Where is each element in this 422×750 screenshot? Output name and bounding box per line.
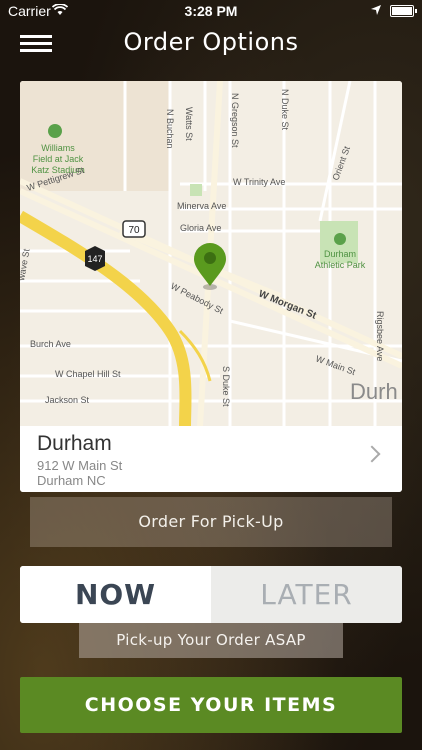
svg-text:Williams: Williams <box>41 143 75 153</box>
svg-text:70: 70 <box>128 225 140 236</box>
svg-text:Athletic Park: Athletic Park <box>315 260 366 270</box>
svg-text:S Duke St: S Duke St <box>221 366 231 407</box>
timing-note: Pick-up Your Order ASAP <box>79 623 343 658</box>
now-segment[interactable]: NOW <box>20 566 211 623</box>
page-title: Order Options <box>123 28 299 56</box>
svg-text:Durh: Durh <box>350 379 398 404</box>
status-time: 3:28 PM <box>184 3 238 19</box>
svg-text:W Chapel Hill St: W Chapel Hill St <box>55 369 121 379</box>
svg-text:Gloria Ave: Gloria Ave <box>180 223 221 233</box>
location-arrow-icon <box>370 3 382 19</box>
svg-text:Burch Ave: Burch Ave <box>30 339 71 349</box>
status-bar: Carrier 3:28 PM <box>0 0 422 22</box>
svg-text:N Duke St: N Duke St <box>280 89 290 131</box>
svg-text:Field at Jack: Field at Jack <box>33 154 84 164</box>
later-segment[interactable]: LATER <box>211 566 402 623</box>
choose-items-button[interactable]: CHOOSE YOUR ITEMS <box>20 677 402 733</box>
svg-text:Minerva Ave: Minerva Ave <box>177 201 226 211</box>
svg-text:Rigsbee Ave: Rigsbee Ave <box>375 311 385 361</box>
map-graphic: 70 147 N Buchan Watts St N Gregson St N … <box>20 81 402 426</box>
location-card: 70 147 N Buchan Watts St N Gregson St N … <box>20 81 402 492</box>
timing-segmented-control: NOW LATER <box>20 566 402 623</box>
svg-text:Durham: Durham <box>324 249 356 259</box>
order-type-button[interactable]: Order For Pick-Up <box>30 497 392 547</box>
svg-text:W Trinity Ave: W Trinity Ave <box>233 177 285 187</box>
svg-text:147: 147 <box>87 254 102 264</box>
navigation-bar: Order Options <box>0 22 422 62</box>
store-name: Durham <box>37 432 112 455</box>
svg-text:Watts St: Watts St <box>184 107 194 141</box>
svg-text:N Buchan: N Buchan <box>165 109 175 149</box>
store-location-row[interactable]: Durham 912 W Main St Durham NC <box>20 426 402 492</box>
svg-text:N Gregson St: N Gregson St <box>230 93 240 148</box>
chevron-right-icon <box>363 445 381 463</box>
map-view[interactable]: 70 147 N Buchan Watts St N Gregson St N … <box>20 81 402 426</box>
store-address-line1: 912 W Main St <box>37 458 123 473</box>
store-address-line2: Durham NC <box>37 473 106 488</box>
battery-icon <box>390 5 417 17</box>
svg-text:Jackson St: Jackson St <box>45 395 90 405</box>
